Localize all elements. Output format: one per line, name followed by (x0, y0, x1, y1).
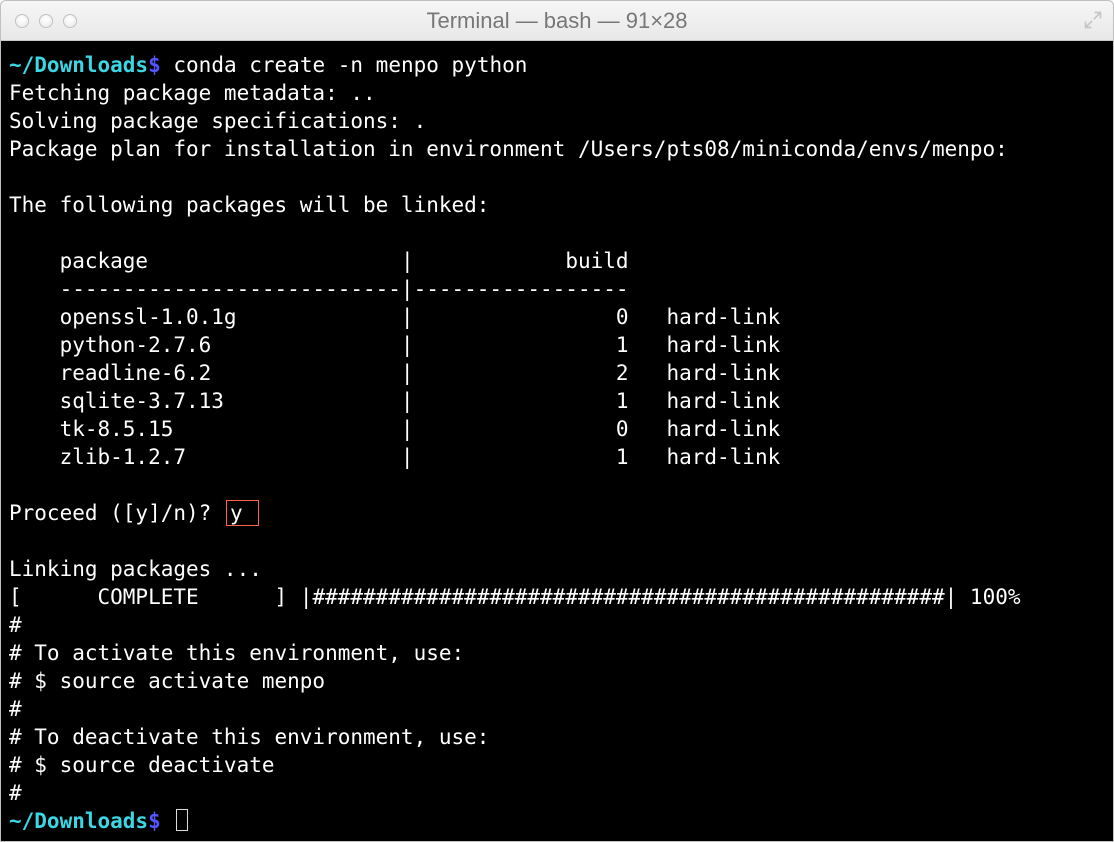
proceed-prompt: Proceed ([y]/n)? (9, 501, 211, 525)
command-text: conda create -n menpo python (173, 53, 527, 77)
fullscreen-icon[interactable] (1083, 10, 1103, 30)
prompt-symbol: $ (148, 809, 161, 833)
instruction-lines: # # To activate this environment, use: #… (9, 613, 489, 805)
prompt-path: ~/Downloads (9, 809, 148, 833)
cursor (176, 809, 188, 831)
progress-status: [ COMPLETE ] (9, 585, 287, 609)
output-line: The following packages will be linked: (9, 193, 489, 217)
terminal-window: Terminal — bash — 91×28 ~/Downloads$ con… (0, 0, 1114, 842)
package-rows: openssl-1.0.1g | 0 hard-link python-2.7.… (9, 305, 780, 469)
output-line: Package plan for installation in environ… (9, 137, 1008, 161)
close-button[interactable] (15, 14, 29, 28)
titlebar[interactable]: Terminal — bash — 91×28 (1, 1, 1113, 41)
progress-pct: 100% (970, 585, 1021, 609)
minimize-button[interactable] (39, 14, 53, 28)
terminal-viewport[interactable]: ~/Downloads$ conda create -n menpo pytho… (1, 41, 1113, 841)
traffic-lights (1, 14, 77, 28)
window-title: Terminal — bash — 91×28 (1, 8, 1113, 34)
prompt-symbol: $ (148, 53, 161, 77)
table-header-package: package (60, 249, 149, 273)
prompt-path: ~/Downloads (9, 53, 148, 77)
output-line: Linking packages ... (9, 557, 262, 581)
zoom-button[interactable] (63, 14, 77, 28)
output-line: Fetching package metadata: .. (9, 81, 376, 105)
proceed-answer: y (230, 501, 243, 525)
table-header-build: build (565, 249, 628, 273)
progress-bar: |#######################################… (300, 585, 957, 609)
user-input-highlight: y (226, 500, 259, 526)
output-line: Solving package specifications: . (9, 109, 426, 133)
table-divider: ---------------------------|------------… (9, 277, 629, 301)
